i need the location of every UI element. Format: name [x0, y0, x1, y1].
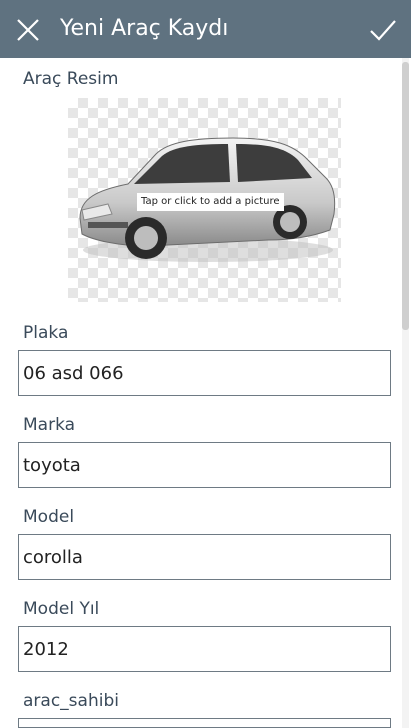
checkmark-icon[interactable] [369, 16, 397, 44]
image-label: Araç Resim [23, 69, 119, 89]
model-yil-label: Model Yıl [23, 599, 100, 619]
plaka-label: Plaka [23, 323, 69, 343]
marka-input[interactable] [18, 442, 391, 488]
app-header: Yeni Araç Kaydı [0, 0, 411, 58]
add-picture-hint: Tap or click to add a picture [137, 193, 284, 211]
close-icon[interactable] [14, 16, 42, 44]
scrollbar-thumb[interactable] [402, 62, 409, 330]
plaka-input[interactable] [18, 350, 391, 396]
marka-label: Marka [23, 415, 76, 435]
picture-upload-area[interactable]: Tap or click to add a picture [68, 98, 341, 302]
arac-sahibi-input[interactable] [18, 718, 391, 728]
model-yil-input[interactable] [18, 626, 391, 672]
model-label: Model [23, 507, 75, 527]
page-title: Yeni Araç Kaydı [60, 16, 229, 41]
arac-sahibi-label: arac_sahibi [23, 691, 119, 711]
model-input[interactable] [18, 534, 391, 580]
